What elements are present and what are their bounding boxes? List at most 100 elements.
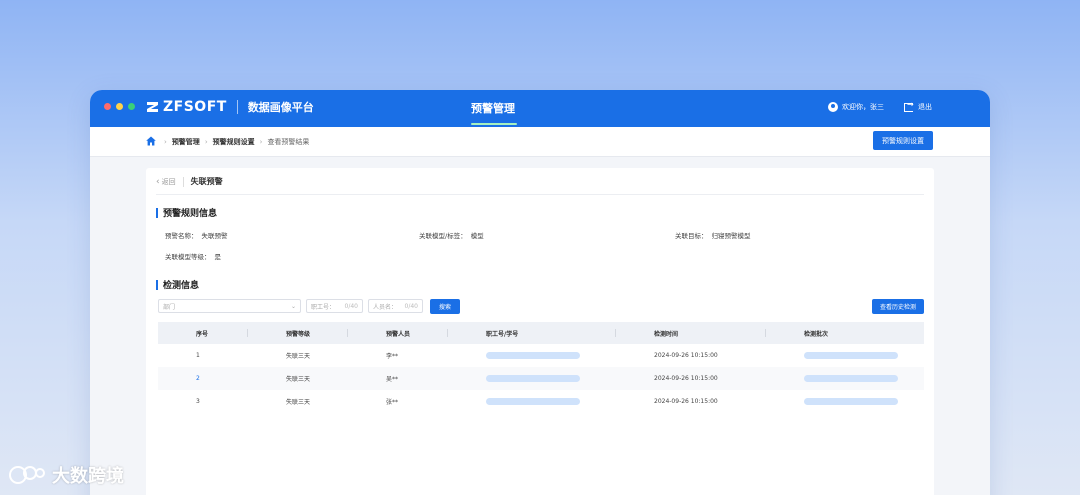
watermark: 大数跨境 (8, 462, 124, 488)
user-menu[interactable]: 欢迎你，张三 (828, 102, 884, 112)
chevron-right-icon: › (164, 138, 167, 146)
back-label: 返回 (161, 177, 176, 186)
table-row[interactable]: 2 失联三天 吴** 2024-09-26 10:15:00 (158, 367, 924, 390)
detection-table: 序号 预警等级 预警人员 职工号/学号 检测时间 检测批次 1 失联三天 李**… (158, 322, 924, 413)
department-placeholder: 部门 (163, 303, 176, 311)
redacted-placeholder (486, 375, 580, 382)
cell-person: 吴** (386, 376, 399, 383)
chevron-down-icon: ⌄ (290, 302, 296, 310)
detection-section-title: 检测信息 (156, 278, 199, 291)
detail-title: 失联预警 (190, 177, 223, 186)
field-label: 关联目标： (675, 232, 708, 240)
logout-label: 退出 (918, 103, 932, 111)
window-controls (104, 103, 135, 110)
cell-level: 失联三天 (286, 353, 311, 360)
cell-batch (766, 390, 924, 413)
header-divider (182, 176, 184, 187)
field-warning-name: 预警名称： 失联预警 (165, 230, 228, 240)
cell-person: 李** (386, 353, 399, 360)
field-value: 模型 (470, 232, 484, 240)
detection-heading: 检测信息 (163, 281, 200, 291)
person-name-input[interactable]: 人员名： 0/40 (368, 299, 423, 313)
table-row[interactable]: 1 失联三天 李** 2024-09-26 10:15:00 (158, 344, 924, 367)
column-header-staff-id: 职工号/学号 (448, 322, 616, 344)
person-name-char-count: 0/40 (404, 302, 418, 310)
cell-staff-id (448, 344, 616, 367)
cell-index: 3 (196, 398, 200, 405)
cell-time: 2024-09-26 10:15:00 (654, 352, 718, 359)
header-rule (156, 194, 924, 195)
platform-title: 数据画像平台 (247, 101, 314, 114)
staff-id-placeholder: 职工号： (311, 303, 336, 311)
active-nav-indicator (471, 123, 517, 125)
column-header-level: 预警等级 (248, 322, 348, 344)
section-accent-bar (156, 207, 158, 218)
chevron-right-icon: › (204, 138, 208, 146)
redacted-placeholder (486, 352, 580, 359)
watermark-logo-icon (9, 466, 45, 484)
zfsoft-logo-icon (147, 102, 158, 112)
field-linked-target: 关联目标： 归寝预警模型 (675, 230, 751, 240)
rule-info-section-title: 预警规则信息 (156, 206, 217, 219)
user-avatar-icon (828, 102, 838, 112)
table-row[interactable]: 3 失联三天 张** 2024-09-26 10:15:00 (158, 390, 924, 413)
cell-index: 2 (196, 375, 200, 382)
cell-staff-id (448, 390, 616, 413)
close-window-dot[interactable] (104, 103, 111, 110)
brand-name: ZFSOFT (163, 99, 227, 115)
detail-card: ‹ 返回 失联预警 预警规则信息 预警名称： 失联预警 关联模型/标签： 模型 … (146, 168, 934, 495)
user-greeting: 欢迎你，张三 (842, 103, 884, 111)
rule-info-heading: 预警规则信息 (163, 209, 218, 219)
home-icon[interactable] (146, 136, 156, 146)
watermark-text: 大数跨境 (52, 466, 124, 487)
brand[interactable]: ZFSOFT 数据画像平台 (146, 99, 314, 115)
chevron-right-icon: › (259, 138, 263, 146)
logout-button[interactable]: 退出 (904, 100, 932, 112)
breadcrumb-item-rule-settings[interactable]: 预警规则设置 (213, 137, 255, 147)
redacted-placeholder (804, 398, 898, 405)
nav-item-warning-management[interactable]: 预警管理 (471, 100, 515, 116)
minimize-window-dot[interactable] (116, 103, 123, 110)
section-accent-bar (156, 279, 158, 290)
rule-settings-button[interactable]: 预警规则设置 (873, 131, 933, 150)
app-window: ZFSOFT 数据画像平台 预警管理 欢迎你，张三 退出 › 预警管理 › 预警… (90, 90, 990, 495)
breadcrumb: › 预警管理 › 预警规则设置 › 查看预警结果 (159, 137, 309, 147)
cell-batch (766, 367, 924, 390)
department-select[interactable]: 部门 ⌄ (158, 299, 301, 313)
view-history-button[interactable]: 查看历史检测 (872, 299, 924, 314)
column-header-batch: 检测批次 (804, 330, 829, 338)
redacted-placeholder (804, 375, 898, 382)
logout-icon (904, 100, 914, 112)
cell-person: 张** (386, 399, 399, 406)
person-name-placeholder: 人员名： (373, 303, 398, 311)
cell-level: 失联三天 (286, 399, 311, 406)
cell-staff-id (448, 367, 616, 390)
cell-level: 失联三天 (286, 376, 311, 383)
field-value: 是 (214, 253, 222, 261)
field-model-level: 关联模型等级： 是 (165, 251, 221, 261)
field-value: 归寝预警模型 (711, 232, 751, 240)
chevron-left-icon: ‹ (156, 176, 160, 187)
cell-index: 1 (196, 352, 200, 359)
breadcrumb-item-warning-management[interactable]: 预警管理 (172, 137, 200, 147)
staff-id-input[interactable]: 职工号： 0/40 (306, 299, 363, 313)
column-header-index: 序号 (158, 322, 248, 344)
top-navbar: ZFSOFT 数据画像平台 预警管理 欢迎你，张三 退出 (90, 90, 990, 127)
field-label: 预警名称： (165, 232, 198, 240)
breadcrumb-bar: › 预警管理 › 预警规则设置 › 查看预警结果 预警规则设置 (90, 127, 990, 157)
maximize-window-dot[interactable] (128, 103, 135, 110)
cell-time: 2024-09-26 10:15:00 (654, 398, 718, 405)
column-header-time: 检测时间 (616, 322, 766, 344)
column-header-person: 预警人员 (348, 322, 448, 344)
table-header: 序号 预警等级 预警人员 职工号/学号 检测时间 检测批次 (158, 322, 924, 344)
redacted-placeholder (486, 398, 580, 405)
field-label: 关联模型/标签： (419, 232, 467, 240)
redacted-placeholder (804, 352, 898, 359)
cell-batch (766, 344, 924, 367)
field-label: 关联模型等级： (165, 253, 211, 261)
back-button[interactable]: ‹ 返回 (156, 177, 176, 187)
staff-id-char-count: 0/40 (344, 302, 358, 310)
search-button[interactable]: 搜索 (430, 299, 460, 314)
field-linked-model: 关联模型/标签： 模型 (419, 230, 484, 240)
detail-header: ‹ 返回 失联预警 (156, 176, 223, 187)
